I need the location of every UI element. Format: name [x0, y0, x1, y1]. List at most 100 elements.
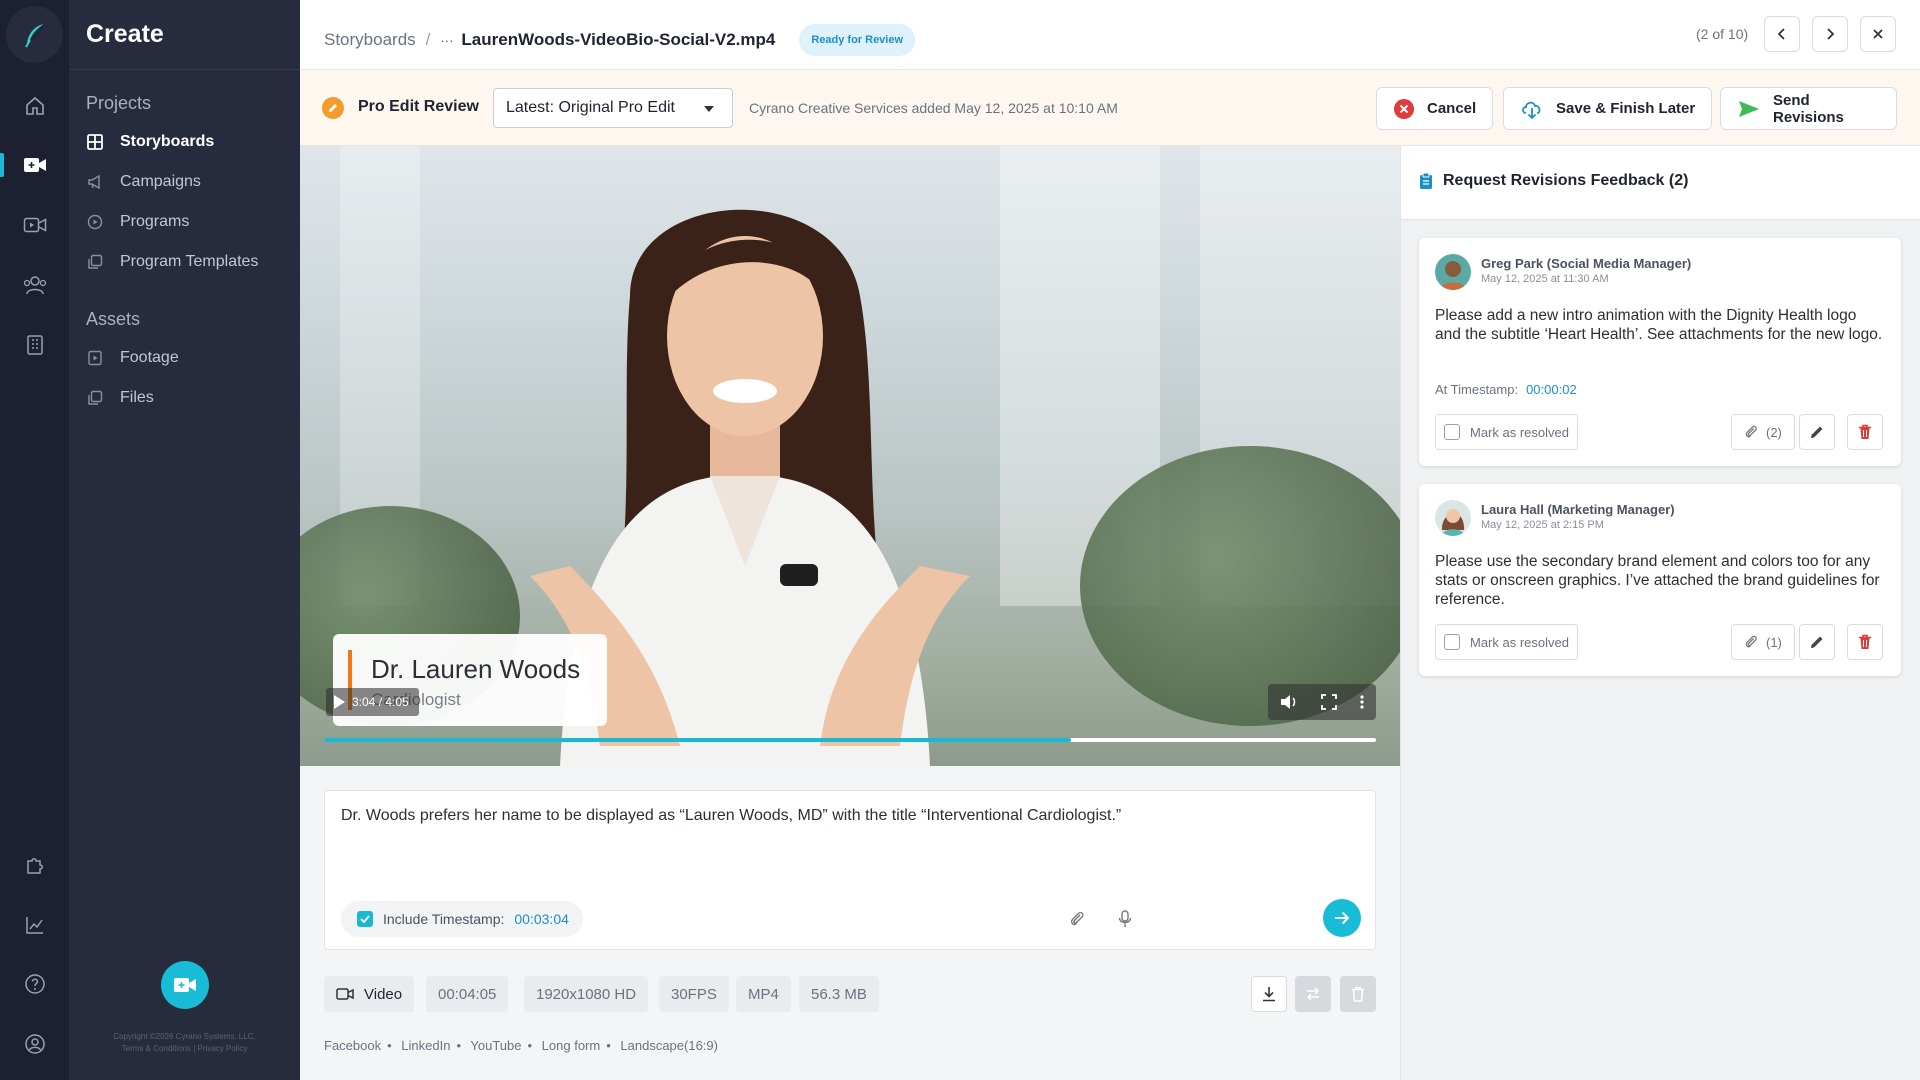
- sidebar-divider: [69, 69, 300, 70]
- feedback-card: Greg Park (Social Media Manager) May 12,…: [1419, 238, 1901, 466]
- prev-button[interactable]: [1764, 16, 1800, 52]
- download-button[interactable]: [1251, 976, 1287, 1012]
- top-header: Storyboards / ··· LaurenWoods-VideoBio-S…: [300, 0, 1920, 70]
- file-name: LaurenWoods-VideoBio-Social-V2.mp4: [461, 30, 776, 49]
- meta-duration: 00:04:05: [426, 976, 509, 1012]
- tag-list: Facebook • LinkedIn • YouTube • Long form • …: [324, 1038, 718, 1053]
- video-plus-icon: [174, 978, 196, 992]
- avatar: [1435, 500, 1471, 536]
- edit-comment-button[interactable]: [1799, 414, 1835, 450]
- new-video-button[interactable]: [161, 961, 209, 1009]
- attachments-button[interactable]: (1): [1731, 624, 1795, 660]
- sidebar-item-footage[interactable]: Footage: [86, 346, 179, 370]
- section-projects: Projects: [86, 93, 152, 113]
- sidebar-item-program-templates[interactable]: Program Templates: [86, 250, 258, 274]
- send-revisions-button[interactable]: Send Revisions: [1720, 87, 1897, 130]
- delete-comment-button[interactable]: [1847, 624, 1883, 660]
- comment-body: Please add a new intro animation with th…: [1435, 307, 1883, 343]
- team-icon[interactable]: [0, 265, 69, 305]
- attachment-count: (1): [1766, 634, 1782, 650]
- close-button[interactable]: [1860, 16, 1896, 52]
- comment-text[interactable]: Dr. Woods prefers her name to be display…: [341, 807, 1121, 825]
- download-icon: [1263, 987, 1275, 1002]
- checkbox-icon[interactable]: [1444, 424, 1460, 440]
- sidebar-item-campaigns[interactable]: Campaigns: [86, 170, 201, 194]
- review-bar: Pro Edit Review Latest: Original Pro Edi…: [300, 70, 1920, 146]
- analytics-icon[interactable]: [0, 905, 69, 945]
- comment-body: Please use the secondary brand element a…: [1435, 553, 1880, 608]
- video-camera-icon: [336, 988, 354, 1000]
- attachments-button[interactable]: (2): [1731, 414, 1795, 450]
- more-vertical-icon[interactable]: [1359, 694, 1365, 710]
- paperclip-icon: [1745, 635, 1757, 648]
- video-library-icon[interactable]: [0, 205, 69, 245]
- checkbox-checked-icon[interactable]: [357, 911, 373, 927]
- tag: LinkedIn: [401, 1038, 451, 1053]
- checkbox-icon[interactable]: [1444, 634, 1460, 650]
- comment-timestamp: 00:03:04: [514, 911, 569, 927]
- meta-size: 56.3 MB: [799, 976, 879, 1012]
- feedback-header: Request Revisions Feedback (2): [1401, 146, 1920, 220]
- comment-box[interactable]: Dr. Woods prefers her name to be display…: [324, 790, 1376, 950]
- avatar: [1435, 254, 1471, 290]
- tag: YouTube: [470, 1038, 522, 1053]
- video-create-icon[interactable]: [0, 145, 69, 185]
- mark-resolved-checkbox[interactable]: Mark as resolved: [1435, 624, 1578, 660]
- trash-icon: [1859, 634, 1871, 649]
- timestamp-label: At Timestamp:: [1435, 382, 1519, 397]
- next-button[interactable]: [1812, 16, 1848, 52]
- delete-comment-button[interactable]: [1847, 414, 1883, 450]
- sidebar-item-label: Programs: [120, 213, 190, 230]
- timestamp-link[interactable]: 00:00:02: [1526, 382, 1577, 397]
- sidebar-item-files[interactable]: Files: [86, 386, 154, 410]
- status-badge: Ready for Review: [799, 24, 916, 56]
- breadcrumb-storyboards[interactable]: Storyboards: [324, 30, 416, 50]
- account-icon[interactable]: [0, 1024, 69, 1064]
- puzzle-icon[interactable]: [0, 845, 69, 885]
- feedback-panel: Request Revisions Feedback (2) Greg Park…: [1400, 146, 1920, 1080]
- tag: Long form: [541, 1038, 601, 1053]
- feather-logo-icon[interactable]: [6, 6, 63, 63]
- send-label: Send Revisions: [1773, 91, 1844, 126]
- sidebar-item-programs[interactable]: Programs: [86, 210, 189, 234]
- pencil-icon: [1811, 636, 1823, 648]
- mark-resolved-checkbox[interactable]: Mark as resolved: [1435, 414, 1578, 450]
- play-icon[interactable]: [332, 694, 346, 710]
- mark-resolved-label: Mark as resolved: [1470, 424, 1569, 440]
- progress-bar[interactable]: [324, 738, 1376, 742]
- feedback-card: Laura Hall (Marketing Manager) May 12, 2…: [1419, 484, 1901, 676]
- trash-icon: [1352, 986, 1364, 1002]
- video-player[interactable]: Dr. Lauren Woods Cardiologist 3:04 / 4:0…: [300, 146, 1400, 766]
- close-icon: [1873, 29, 1883, 39]
- building-icon[interactable]: [0, 325, 69, 365]
- tag: Facebook: [324, 1038, 382, 1053]
- breadcrumb: Storyboards / ··· LaurenWoods-VideoBio-S…: [324, 24, 916, 56]
- home-icon[interactable]: [0, 86, 69, 126]
- version-select[interactable]: Latest: Original Pro Edit: [493, 88, 733, 128]
- comment-date: May 12, 2025 at 2:15 PM: [1481, 519, 1604, 531]
- sidebar-item-storyboards[interactable]: Storyboards: [86, 130, 214, 154]
- commenter-name: Laura Hall (Marketing Manager): [1481, 502, 1675, 517]
- microphone-icon[interactable]: [1115, 909, 1135, 929]
- help-icon[interactable]: [0, 964, 69, 1004]
- edit-comment-button[interactable]: [1799, 624, 1835, 660]
- delete-button[interactable]: [1340, 976, 1376, 1012]
- comment-date: May 12, 2025 at 11:30 AM: [1481, 273, 1609, 285]
- meta-type: Video: [324, 976, 415, 1012]
- replace-button[interactable]: [1295, 976, 1331, 1012]
- fullscreen-icon[interactable]: [1321, 694, 1337, 710]
- submit-comment-button[interactable]: [1323, 899, 1361, 937]
- edit-pencil-icon: [322, 97, 344, 119]
- attach-icon[interactable]: [1067, 909, 1087, 929]
- arrow-right-icon: [1335, 911, 1350, 925]
- feedback-title: Request Revisions Feedback (2): [1443, 172, 1689, 189]
- more-dots-icon[interactable]: ···: [440, 33, 453, 48]
- meta-type-label: Video: [364, 985, 403, 1003]
- include-timestamp-toggle[interactable]: Include Timestamp: 00:03:04: [341, 901, 583, 937]
- legal-links[interactable]: Terms & Conditions | Privacy Policy: [69, 1043, 300, 1055]
- comment-timestamp-row: At Timestamp: 00:00:02: [1435, 382, 1577, 397]
- time-text: 3:04 / 4:05: [352, 695, 409, 709]
- save-finish-later-button[interactable]: Save & Finish Later: [1503, 87, 1713, 130]
- cancel-button[interactable]: Cancel: [1376, 87, 1494, 130]
- volume-icon[interactable]: [1279, 693, 1299, 711]
